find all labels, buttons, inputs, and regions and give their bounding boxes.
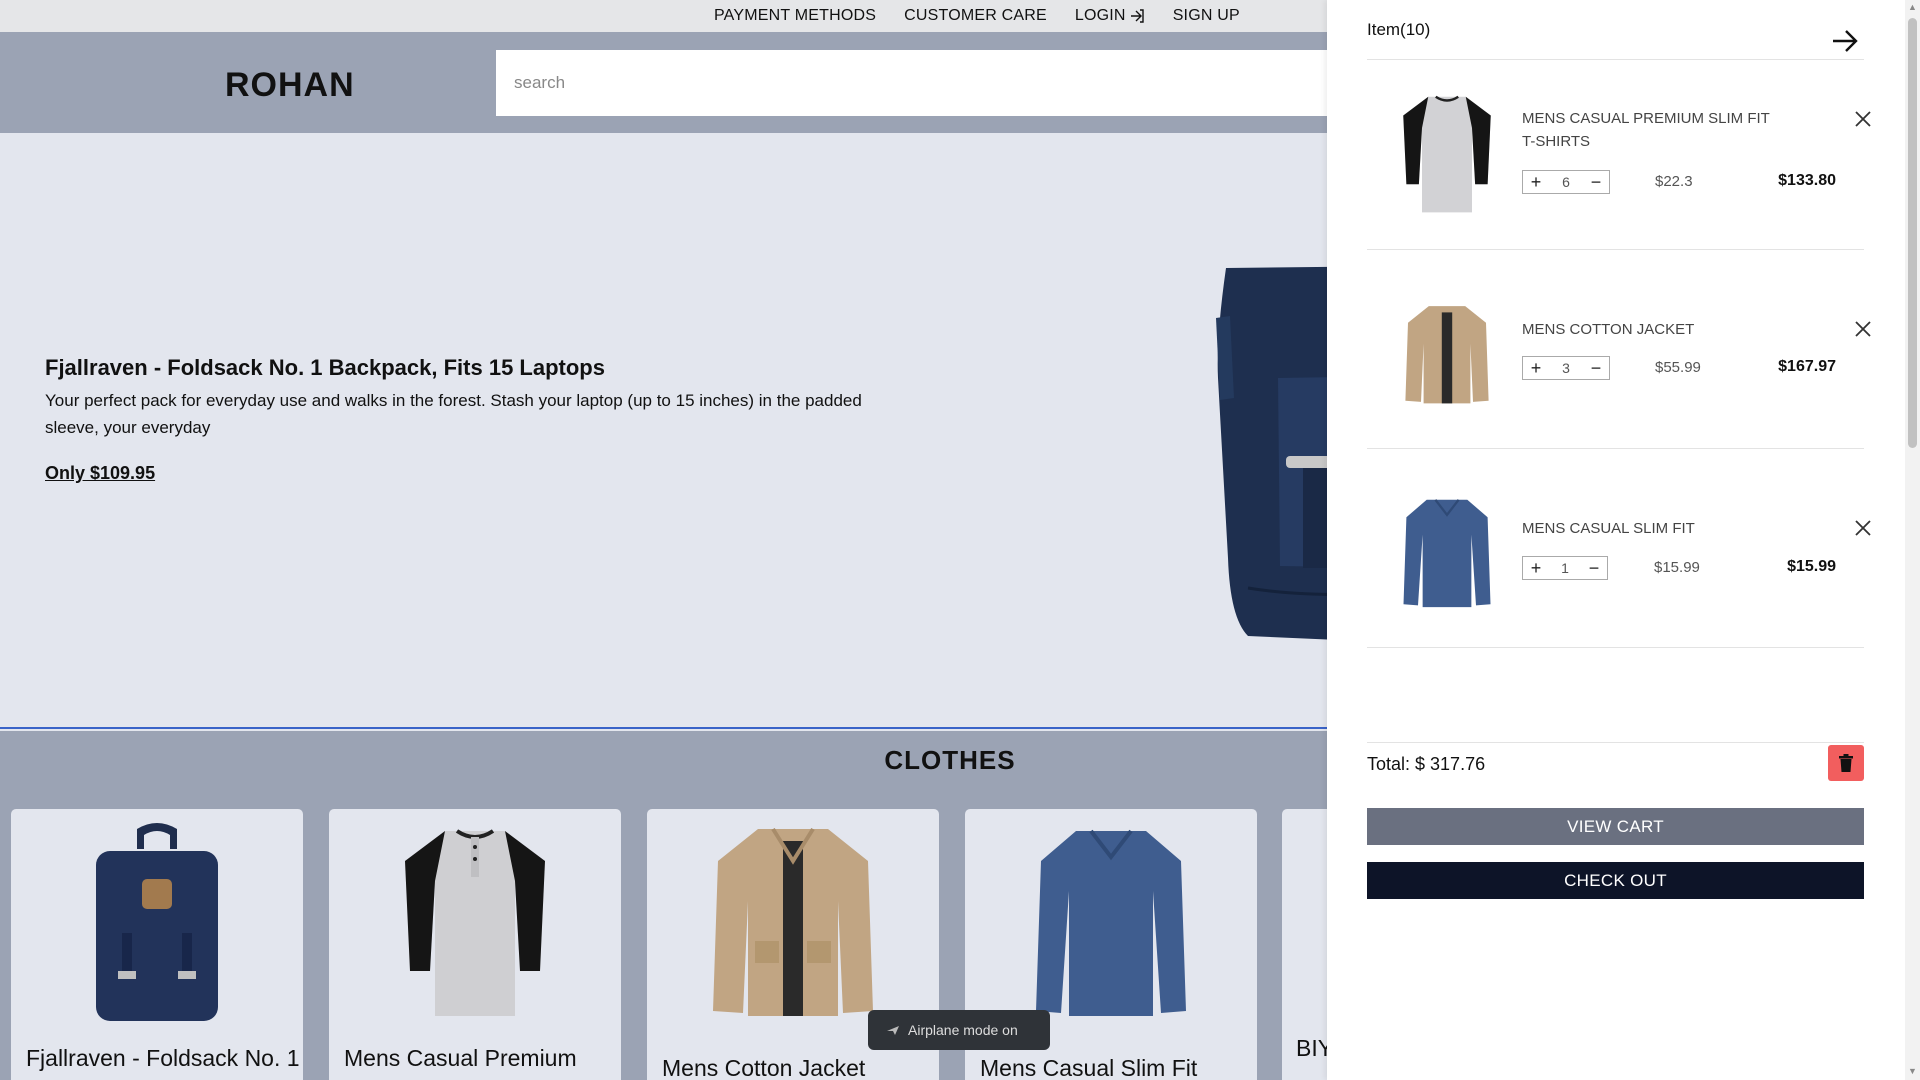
quantity-value: 1: [1561, 560, 1569, 576]
cart-drawer: Item(10) MENS CASUAL PREMIUM SLIM FIT T-…: [1327, 0, 1920, 1080]
cart-item: MENS COTTON JACKET + 3 − $55.99 $167.97: [1367, 250, 1871, 449]
login-label: LOGIN: [1074, 7, 1126, 24]
trash-icon: [1839, 754, 1853, 772]
cart-item-name: MENS COTTON JACKET: [1522, 321, 1695, 338]
airplane-icon: [887, 1026, 899, 1035]
hero-price-link[interactable]: Only $109.95: [45, 463, 155, 484]
decrease-quantity-button[interactable]: −: [1587, 173, 1605, 191]
decrease-quantity-button[interactable]: −: [1587, 359, 1605, 377]
check-out-button[interactable]: CHECK OUT: [1367, 862, 1864, 899]
hero-title: Fjallraven - Foldsack No. 1 Backpack, Fi…: [45, 355, 605, 380]
product-card-name: Mens Casual Slim Fit: [980, 1055, 1198, 1080]
shirt-thumbnail: [1036, 829, 1186, 1016]
cart-item-name: MENS CASUAL SLIM FIT: [1522, 520, 1695, 537]
view-cart-button[interactable]: VIEW CART: [1367, 808, 1864, 845]
airplane-mode-toast: Airplane mode on: [868, 1010, 1050, 1050]
cart-total-row: Total: $ 317.76: [1367, 742, 1864, 782]
unit-price: $55.99: [1655, 359, 1701, 376]
scrollbar[interactable]: ▲ ▼: [1905, 0, 1920, 1080]
quantity-value: 6: [1562, 174, 1570, 190]
product-card[interactable]: Fjallraven - Foldsack No. 1: [11, 809, 303, 1080]
shirt-thumbnail: [1403, 499, 1491, 608]
increase-quantity-button[interactable]: +: [1527, 559, 1545, 577]
quantity-value: 3: [1562, 360, 1570, 376]
cart-title: Item(10): [1367, 20, 1431, 39]
login-link[interactable]: LOGIN: [1075, 7, 1145, 25]
toast-text: Airplane mode on: [908, 1022, 1018, 1038]
cart-header: Item(10): [1367, 0, 1864, 60]
arrow-right-icon[interactable]: [1830, 26, 1860, 56]
increase-quantity-button[interactable]: +: [1527, 173, 1545, 191]
cart-item-name: MENS CASUAL PREMIUM SLIM FIT T-SHIRTS: [1522, 110, 1770, 150]
line-total: $15.99: [1787, 558, 1836, 575]
cart-total: Total: $ 317.76: [1367, 754, 1486, 774]
customer-care-link[interactable]: CUSTOMER CARE: [904, 7, 1047, 25]
tshirt-thumbnail: [405, 829, 545, 1016]
unit-price: $22.3: [1655, 173, 1693, 190]
close-icon[interactable]: [1852, 517, 1874, 539]
top-links: PAYMENT METHODS CUSTOMER CARE LOGIN SIGN…: [714, 0, 1240, 32]
payment-methods-link[interactable]: PAYMENT METHODS: [714, 7, 876, 25]
tshirt-thumbnail: [1403, 95, 1491, 213]
login-icon: [1130, 9, 1144, 23]
close-icon[interactable]: [1852, 108, 1874, 130]
scroll-down-icon[interactable]: ▼: [1908, 1066, 1917, 1076]
backpack-thumbnail: [96, 823, 218, 1021]
product-card[interactable]: Mens Casual Premium: [329, 809, 621, 1080]
line-total: $167.97: [1778, 358, 1836, 375]
product-card-name: Mens Cotton Jacket: [662, 1055, 866, 1080]
decrease-quantity-button[interactable]: −: [1585, 559, 1603, 577]
clear-cart-button[interactable]: [1828, 745, 1864, 781]
hero-description: Your perfect pack for everyday use and w…: [45, 391, 862, 437]
sign-up-link[interactable]: SIGN UP: [1173, 7, 1240, 25]
line-total: $133.80: [1778, 172, 1836, 189]
logo[interactable]: ROHAN: [225, 66, 355, 105]
quantity-stepper: + 3 −: [1522, 356, 1610, 380]
jacket-thumbnail: [713, 827, 873, 1016]
product-card-name: Mens Casual Premium: [344, 1045, 577, 1071]
cart-item: MENS CASUAL PREMIUM SLIM FIT T-SHIRTS + …: [1367, 60, 1871, 250]
scroll-up-icon[interactable]: ▲: [1908, 2, 1917, 12]
cart-item: MENS CASUAL SLIM FIT + 1 − $15.99 $15.99: [1367, 449, 1871, 648]
increase-quantity-button[interactable]: +: [1527, 359, 1545, 377]
quantity-stepper: + 1 −: [1522, 556, 1608, 580]
quantity-stepper: + 6 −: [1522, 170, 1610, 194]
unit-price: $15.99: [1654, 559, 1700, 576]
jacket-thumbnail: [1405, 306, 1489, 404]
product-card-name: Fjallraven - Foldsack No. 1: [26, 1045, 300, 1071]
close-icon[interactable]: [1852, 318, 1874, 340]
scrollbar-thumb[interactable]: [1908, 18, 1917, 448]
